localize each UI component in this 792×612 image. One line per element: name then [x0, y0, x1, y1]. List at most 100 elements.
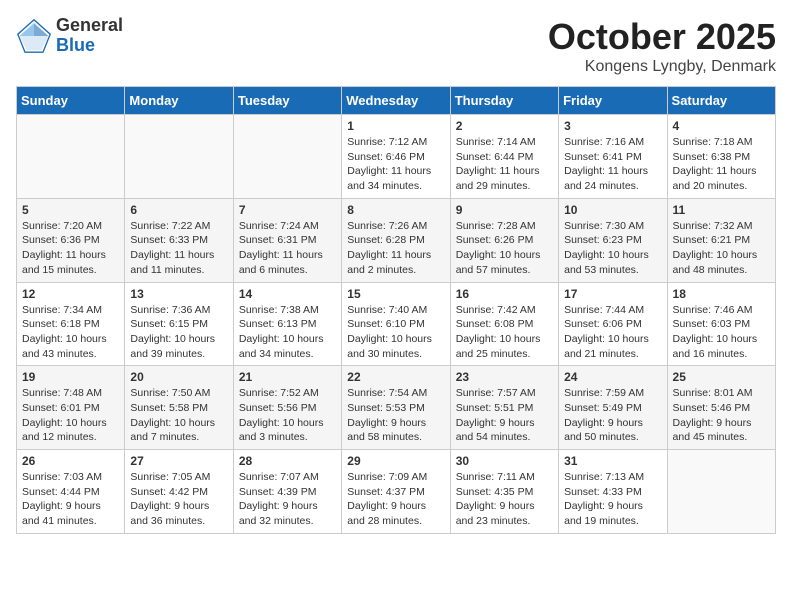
day-number: 7: [239, 203, 336, 217]
calendar-week-row: 26 Sunrise: 7:03 AM Sunset: 4:44 PM Dayli…: [17, 450, 776, 534]
calendar-cell: 23 Sunrise: 7:57 AM Sunset: 5:51 PM Dayli…: [450, 366, 558, 450]
day-info: Sunrise: 7:07 AM Sunset: 4:39 PM Dayligh…: [239, 470, 336, 529]
calendar-cell: 26 Sunrise: 7:03 AM Sunset: 4:44 PM Dayli…: [17, 450, 125, 534]
day-info: Sunrise: 7:40 AM Sunset: 6:10 PM Dayligh…: [347, 303, 444, 362]
day-number: 12: [22, 287, 119, 301]
calendar-week-row: 1 Sunrise: 7:12 AM Sunset: 6:46 PM Daylig…: [17, 115, 776, 199]
day-info: Sunrise: 7:16 AM Sunset: 6:41 PM Dayligh…: [564, 135, 661, 194]
day-info: Sunrise: 7:44 AM Sunset: 6:06 PM Dayligh…: [564, 303, 661, 362]
logo-icon: [16, 18, 52, 54]
calendar-cell: 31 Sunrise: 7:13 AM Sunset: 4:33 PM Dayli…: [559, 450, 667, 534]
calendar-cell: 1 Sunrise: 7:12 AM Sunset: 6:46 PM Daylig…: [342, 115, 450, 199]
calendar-cell: 14 Sunrise: 7:38 AM Sunset: 6:13 PM Dayli…: [233, 282, 341, 366]
day-number: 3: [564, 119, 661, 133]
calendar-cell: [17, 115, 125, 199]
calendar-cell: 18Sunrise: 7:46 AM Sunset: 6:03 PM Dayli…: [667, 282, 775, 366]
calendar-cell: 15 Sunrise: 7:40 AM Sunset: 6:10 PM Dayli…: [342, 282, 450, 366]
page-header: General Blue October 2025 Kongens Lyngby…: [16, 16, 776, 76]
day-info: Sunrise: 7:20 AM Sunset: 6:36 PM Dayligh…: [22, 219, 119, 278]
column-header-thursday: Thursday: [450, 87, 558, 115]
day-info: Sunrise: 7:36 AM Sunset: 6:15 PM Dayligh…: [130, 303, 227, 362]
logo-text: General Blue: [56, 16, 123, 56]
day-number: 15: [347, 287, 444, 301]
column-header-sunday: Sunday: [17, 87, 125, 115]
title-block: October 2025 Kongens Lyngby, Denmark: [548, 16, 776, 76]
day-info: Sunrise: 7:28 AM Sunset: 6:26 PM Dayligh…: [456, 219, 553, 278]
column-header-monday: Monday: [125, 87, 233, 115]
column-header-wednesday: Wednesday: [342, 87, 450, 115]
calendar-cell: [667, 450, 775, 534]
calendar-week-row: 19Sunrise: 7:48 AM Sunset: 6:01 PM Dayli…: [17, 366, 776, 450]
day-info: Sunrise: 7:12 AM Sunset: 6:46 PM Dayligh…: [347, 135, 444, 194]
day-info: Sunrise: 7:38 AM Sunset: 6:13 PM Dayligh…: [239, 303, 336, 362]
day-number: 10: [564, 203, 661, 217]
day-info: Sunrise: 7:09 AM Sunset: 4:37 PM Dayligh…: [347, 470, 444, 529]
day-number: 16: [456, 287, 553, 301]
day-number: 22: [347, 370, 444, 384]
day-number: 5: [22, 203, 119, 217]
calendar-cell: 9 Sunrise: 7:28 AM Sunset: 6:26 PM Daylig…: [450, 198, 558, 282]
calendar-cell: 17 Sunrise: 7:44 AM Sunset: 6:06 PM Dayli…: [559, 282, 667, 366]
day-number: 11: [673, 203, 770, 217]
month-title: October 2025: [548, 16, 776, 58]
day-info: Sunrise: 7:57 AM Sunset: 5:51 PM Dayligh…: [456, 386, 553, 445]
calendar-cell: 19Sunrise: 7:48 AM Sunset: 6:01 PM Dayli…: [17, 366, 125, 450]
day-number: 1: [347, 119, 444, 133]
day-info: Sunrise: 7:30 AM Sunset: 6:23 PM Dayligh…: [564, 219, 661, 278]
day-number: 2: [456, 119, 553, 133]
day-info: Sunrise: 7:22 AM Sunset: 6:33 PM Dayligh…: [130, 219, 227, 278]
day-info: Sunrise: 7:03 AM Sunset: 4:44 PM Dayligh…: [22, 470, 119, 529]
calendar-cell: 29 Sunrise: 7:09 AM Sunset: 4:37 PM Dayli…: [342, 450, 450, 534]
day-info: Sunrise: 7:18 AM Sunset: 6:38 PM Dayligh…: [673, 135, 770, 194]
day-number: 8: [347, 203, 444, 217]
day-info: Sunrise: 7:32 AM Sunset: 6:21 PM Dayligh…: [673, 219, 770, 278]
calendar-cell: 5 Sunrise: 7:20 AM Sunset: 6:36 PM Daylig…: [17, 198, 125, 282]
column-header-saturday: Saturday: [667, 87, 775, 115]
calendar-cell: 13 Sunrise: 7:36 AM Sunset: 6:15 PM Dayli…: [125, 282, 233, 366]
day-number: 14: [239, 287, 336, 301]
calendar-cell: 24Sunrise: 7:59 AM Sunset: 5:49 PM Dayli…: [559, 366, 667, 450]
calendar-cell: [125, 115, 233, 199]
day-info: Sunrise: 7:26 AM Sunset: 6:28 PM Dayligh…: [347, 219, 444, 278]
day-number: 31: [564, 454, 661, 468]
day-number: 4: [673, 119, 770, 133]
calendar-week-row: 12 Sunrise: 7:34 AM Sunset: 6:18 PM Dayli…: [17, 282, 776, 366]
day-info: Sunrise: 8:01 AM Sunset: 5:46 PM Dayligh…: [673, 386, 770, 445]
day-info: Sunrise: 7:13 AM Sunset: 4:33 PM Dayligh…: [564, 470, 661, 529]
day-number: 13: [130, 287, 227, 301]
calendar-cell: 6 Sunrise: 7:22 AM Sunset: 6:33 PM Daylig…: [125, 198, 233, 282]
calendar-week-row: 5 Sunrise: 7:20 AM Sunset: 6:36 PM Daylig…: [17, 198, 776, 282]
day-info: Sunrise: 7:34 AM Sunset: 6:18 PM Dayligh…: [22, 303, 119, 362]
day-number: 23: [456, 370, 553, 384]
calendar-cell: 25Sunrise: 8:01 AM Sunset: 5:46 PM Dayli…: [667, 366, 775, 450]
day-number: 17: [564, 287, 661, 301]
day-number: 6: [130, 203, 227, 217]
day-info: Sunrise: 7:54 AM Sunset: 5:53 PM Dayligh…: [347, 386, 444, 445]
day-info: Sunrise: 7:50 AM Sunset: 5:58 PM Dayligh…: [130, 386, 227, 445]
calendar-cell: 12 Sunrise: 7:34 AM Sunset: 6:18 PM Dayli…: [17, 282, 125, 366]
calendar-cell: 7Sunrise: 7:24 AM Sunset: 6:31 PM Daylig…: [233, 198, 341, 282]
day-number: 30: [456, 454, 553, 468]
day-number: 26: [22, 454, 119, 468]
day-number: 21: [239, 370, 336, 384]
day-number: 29: [347, 454, 444, 468]
logo: General Blue: [16, 16, 123, 56]
day-number: 24: [564, 370, 661, 384]
logo-general-text: General: [56, 16, 123, 36]
calendar-cell: 11 Sunrise: 7:32 AM Sunset: 6:21 PM Dayli…: [667, 198, 775, 282]
calendar-cell: 16Sunrise: 7:42 AM Sunset: 6:08 PM Dayli…: [450, 282, 558, 366]
column-header-tuesday: Tuesday: [233, 87, 341, 115]
day-number: 27: [130, 454, 227, 468]
calendar-cell: 21Sunrise: 7:52 AM Sunset: 5:56 PM Dayli…: [233, 366, 341, 450]
calendar-header-row: SundayMondayTuesdayWednesdayThursdayFrid…: [17, 87, 776, 115]
calendar-cell: 22 Sunrise: 7:54 AM Sunset: 5:53 PM Dayli…: [342, 366, 450, 450]
calendar-cell: 28Sunrise: 7:07 AM Sunset: 4:39 PM Dayli…: [233, 450, 341, 534]
day-number: 9: [456, 203, 553, 217]
column-header-friday: Friday: [559, 87, 667, 115]
day-number: 18: [673, 287, 770, 301]
calendar-table: SundayMondayTuesdayWednesdayThursdayFrid…: [16, 86, 776, 534]
logo-blue-text: Blue: [56, 36, 123, 56]
day-number: 19: [22, 370, 119, 384]
location-title: Kongens Lyngby, Denmark: [548, 58, 776, 76]
calendar-cell: 3 Sunrise: 7:16 AM Sunset: 6:41 PM Daylig…: [559, 115, 667, 199]
